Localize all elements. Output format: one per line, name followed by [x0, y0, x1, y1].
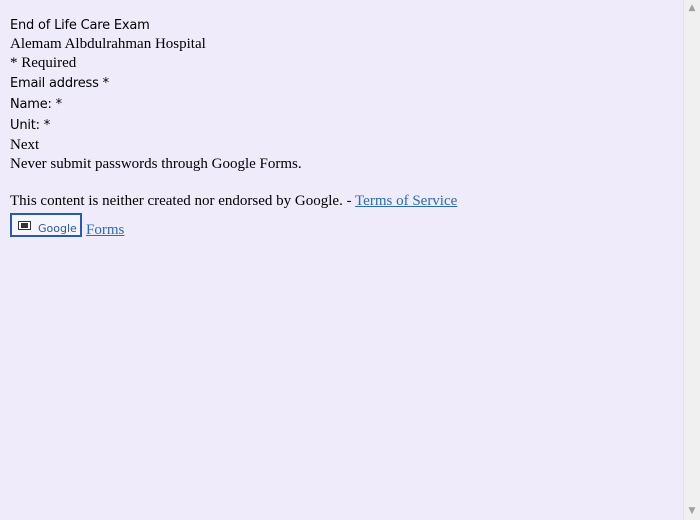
logo-text: Google — [38, 222, 77, 234]
form-content: End of Life Care Exam Alemam Albdulrahma… — [10, 16, 670, 239]
forms-logo-row: Google Forms — [10, 213, 670, 239]
form-title: End of Life Care Exam — [10, 18, 150, 33]
password-warning: Never submit passwords through Google Fo… — [10, 156, 302, 172]
next-button[interactable]: Next — [10, 136, 670, 155]
name-field-label[interactable]: Name: * — [10, 94, 670, 115]
scroll-down-arrow-icon[interactable]: ▼ — [684, 503, 700, 520]
unit-field-label[interactable]: Unit: * — [10, 115, 670, 136]
google-forms-logo[interactable]: Google — [10, 213, 82, 237]
forms-logo-icon — [18, 220, 31, 230]
disclaimer-text: This content is neither created nor endo… — [10, 193, 356, 209]
email-field-label[interactable]: Email address * — [10, 73, 670, 94]
organization-name: Alemam Albdulrahman Hospital — [10, 36, 206, 52]
forms-link[interactable]: Forms — [86, 222, 124, 239]
disclaimer-row: This content is neither created nor endo… — [10, 192, 670, 211]
vertical-scrollbar[interactable]: ▲ ▼ — [683, 0, 700, 520]
required-note: * Required — [10, 55, 77, 71]
page-viewport: End of Life Care Exam Alemam Albdulrahma… — [0, 0, 683, 520]
terms-of-service-link[interactable]: Terms of Service — [355, 193, 457, 209]
scroll-up-arrow-icon[interactable]: ▲ — [684, 0, 700, 17]
